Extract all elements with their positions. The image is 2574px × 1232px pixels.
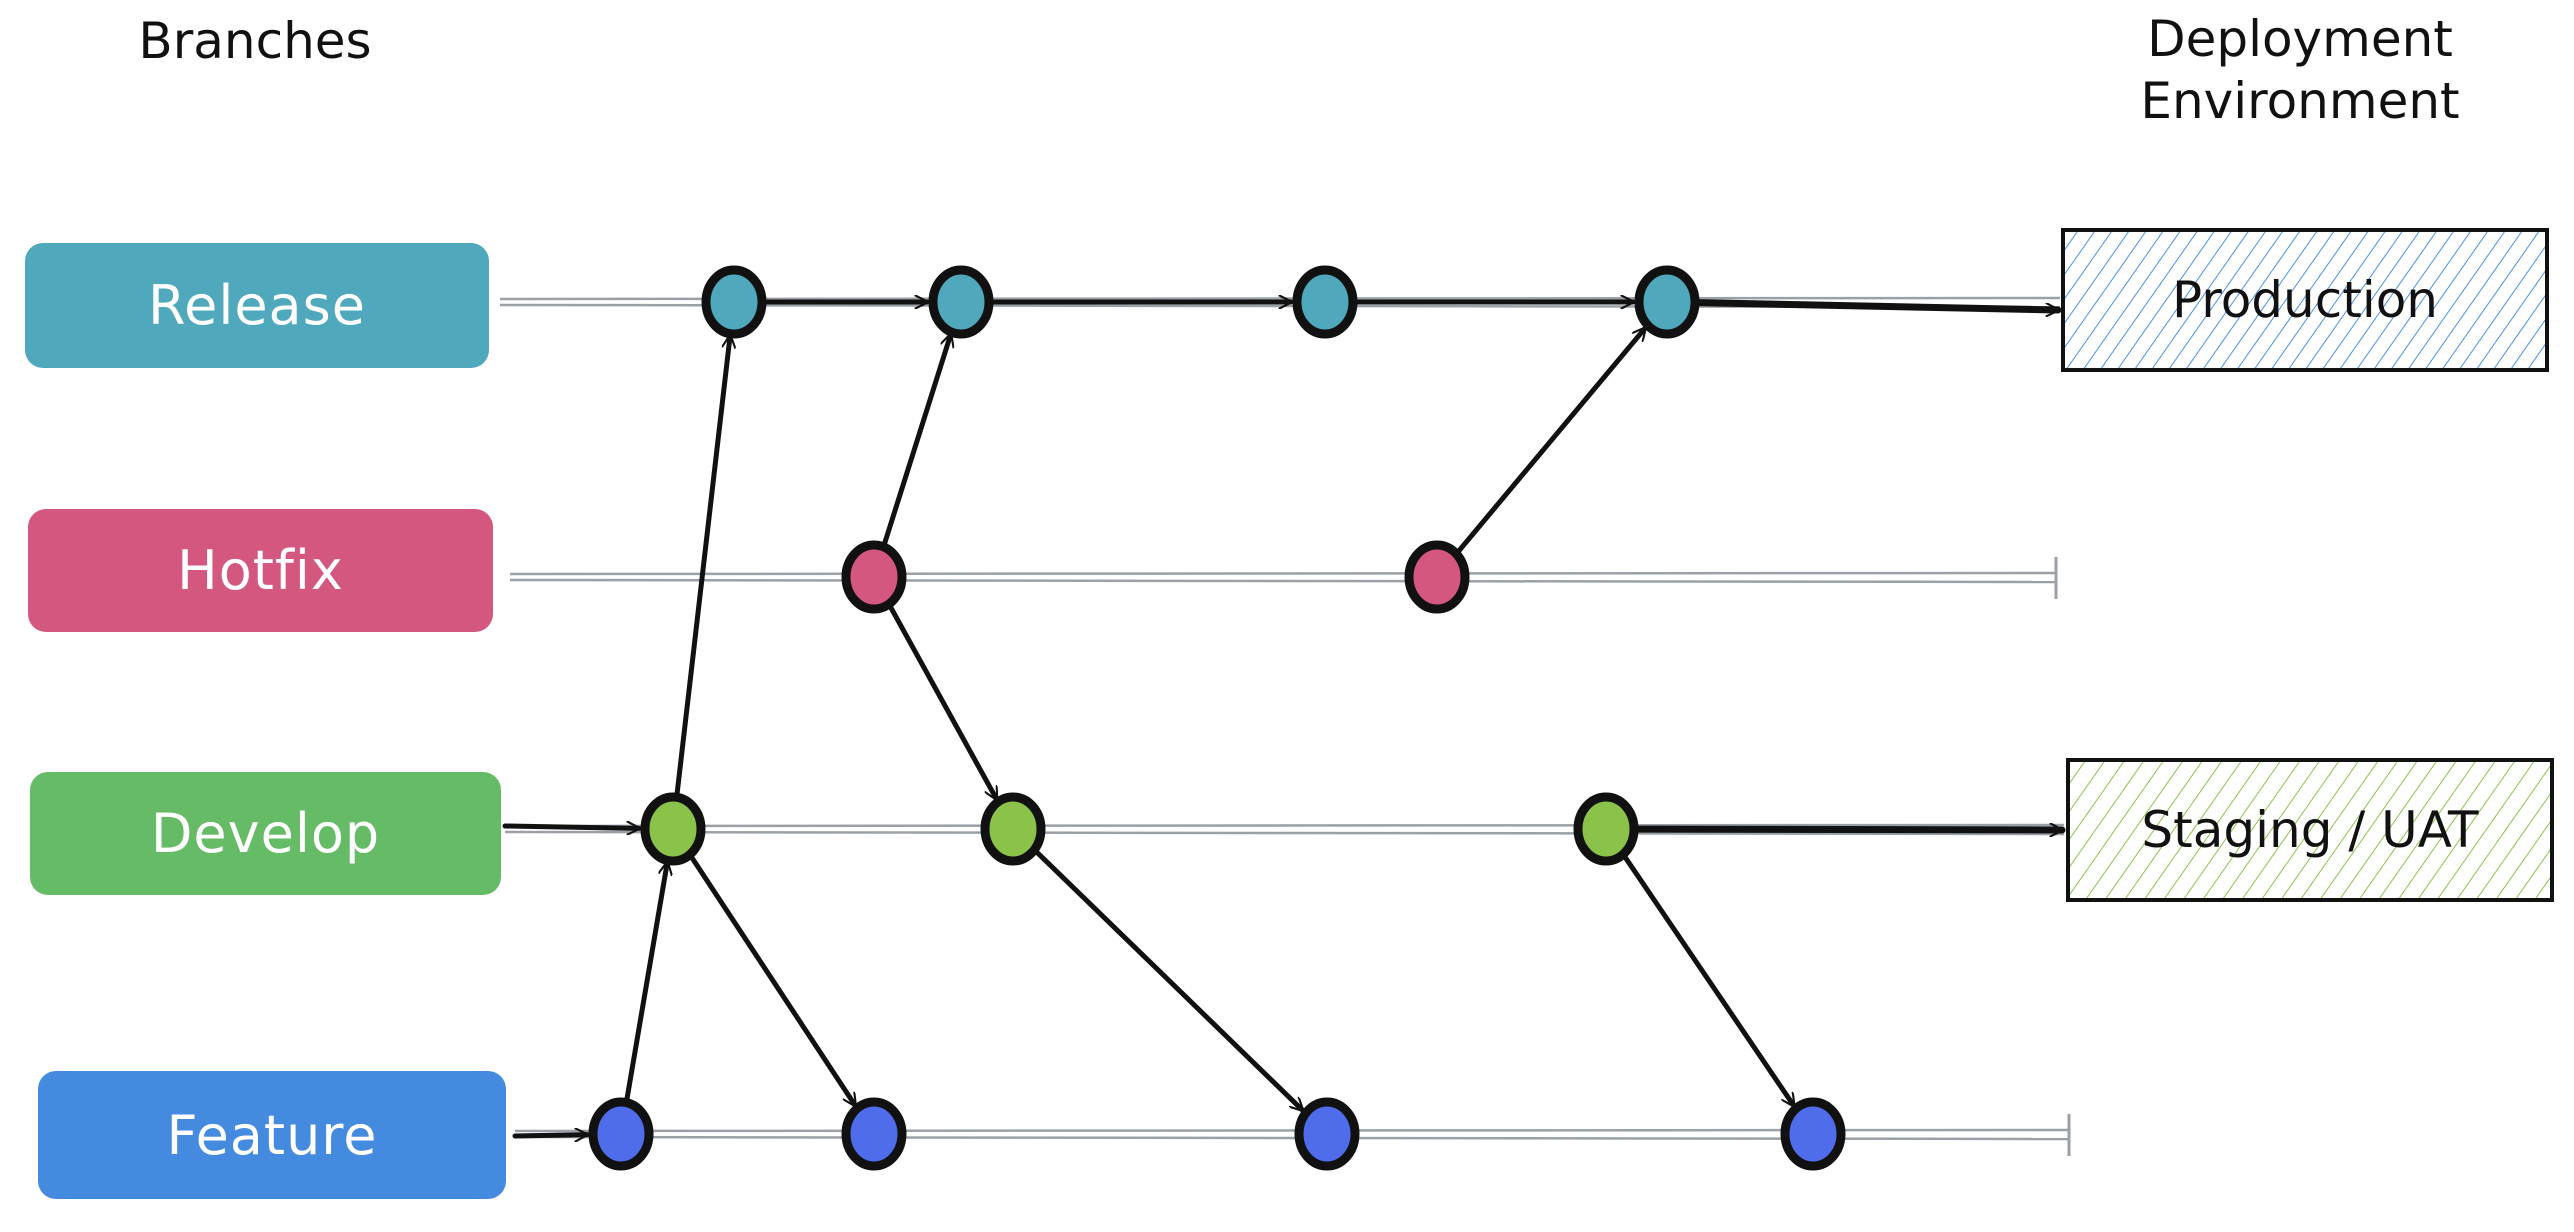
branch-feature-label: Feature: [166, 1103, 378, 1167]
lane-hotfix-line: [509, 578, 2057, 584]
commit-node-d3[interactable]: [1573, 792, 1639, 866]
edge-f1-to-d1: [623, 863, 667, 1107]
edge-r4-to-production: [1693, 299, 2062, 310]
commit-node-f4[interactable]: [1780, 1097, 1846, 1171]
edge-develop-start-to-d1: [502, 826, 642, 828]
edge-feature-start-to-f1: [512, 1135, 590, 1136]
env-production-label: Production: [2171, 271, 2438, 329]
commit-node-d2[interactable]: [980, 792, 1046, 866]
branch-feature[interactable]: Feature: [38, 1071, 506, 1199]
branch-release[interactable]: Release: [25, 243, 489, 368]
env-staging-label: Staging / UAT: [2141, 801, 2479, 859]
commit-node-r4[interactable]: [1634, 265, 1700, 339]
env-production[interactable]: Production: [2061, 228, 2549, 372]
env-staging[interactable]: Staging / UAT: [2066, 758, 2554, 902]
commit-node-r3[interactable]: [1292, 265, 1358, 339]
commit-node-r2[interactable]: [928, 265, 994, 339]
branch-develop-label: Develop: [150, 802, 381, 865]
commit-node-h1[interactable]: [841, 540, 907, 614]
edge-d2-to-f3: [1032, 847, 1303, 1110]
branch-develop[interactable]: Develop: [30, 772, 501, 895]
edge-h1-to-r2: [880, 334, 951, 551]
edge-d3-to-staging: [1632, 829, 2066, 830]
lane-hotfix-line: [509, 571, 2057, 576]
commit-node-h2[interactable]: [1404, 540, 1470, 614]
edge-h2-to-r4: [1453, 328, 1648, 557]
edge-h1-to-d2: [885, 600, 1000, 799]
commit-node-r1[interactable]: [701, 265, 767, 339]
branch-hotfix[interactable]: Hotfix: [28, 509, 493, 632]
commit-node-f2[interactable]: [841, 1097, 907, 1171]
lane-develop-line: [504, 823, 2065, 828]
edge-d3-to-f4: [1620, 851, 1797, 1106]
edge-d1-to-r1: [673, 333, 730, 802]
branch-hotfix-label: Hotfix: [177, 539, 344, 602]
edge-d1-to-f2: [687, 851, 858, 1106]
commit-node-d1[interactable]: [640, 792, 706, 866]
commit-node-f1[interactable]: [588, 1097, 654, 1171]
branch-release-label: Release: [148, 274, 366, 337]
commit-node-f3[interactable]: [1294, 1097, 1360, 1171]
